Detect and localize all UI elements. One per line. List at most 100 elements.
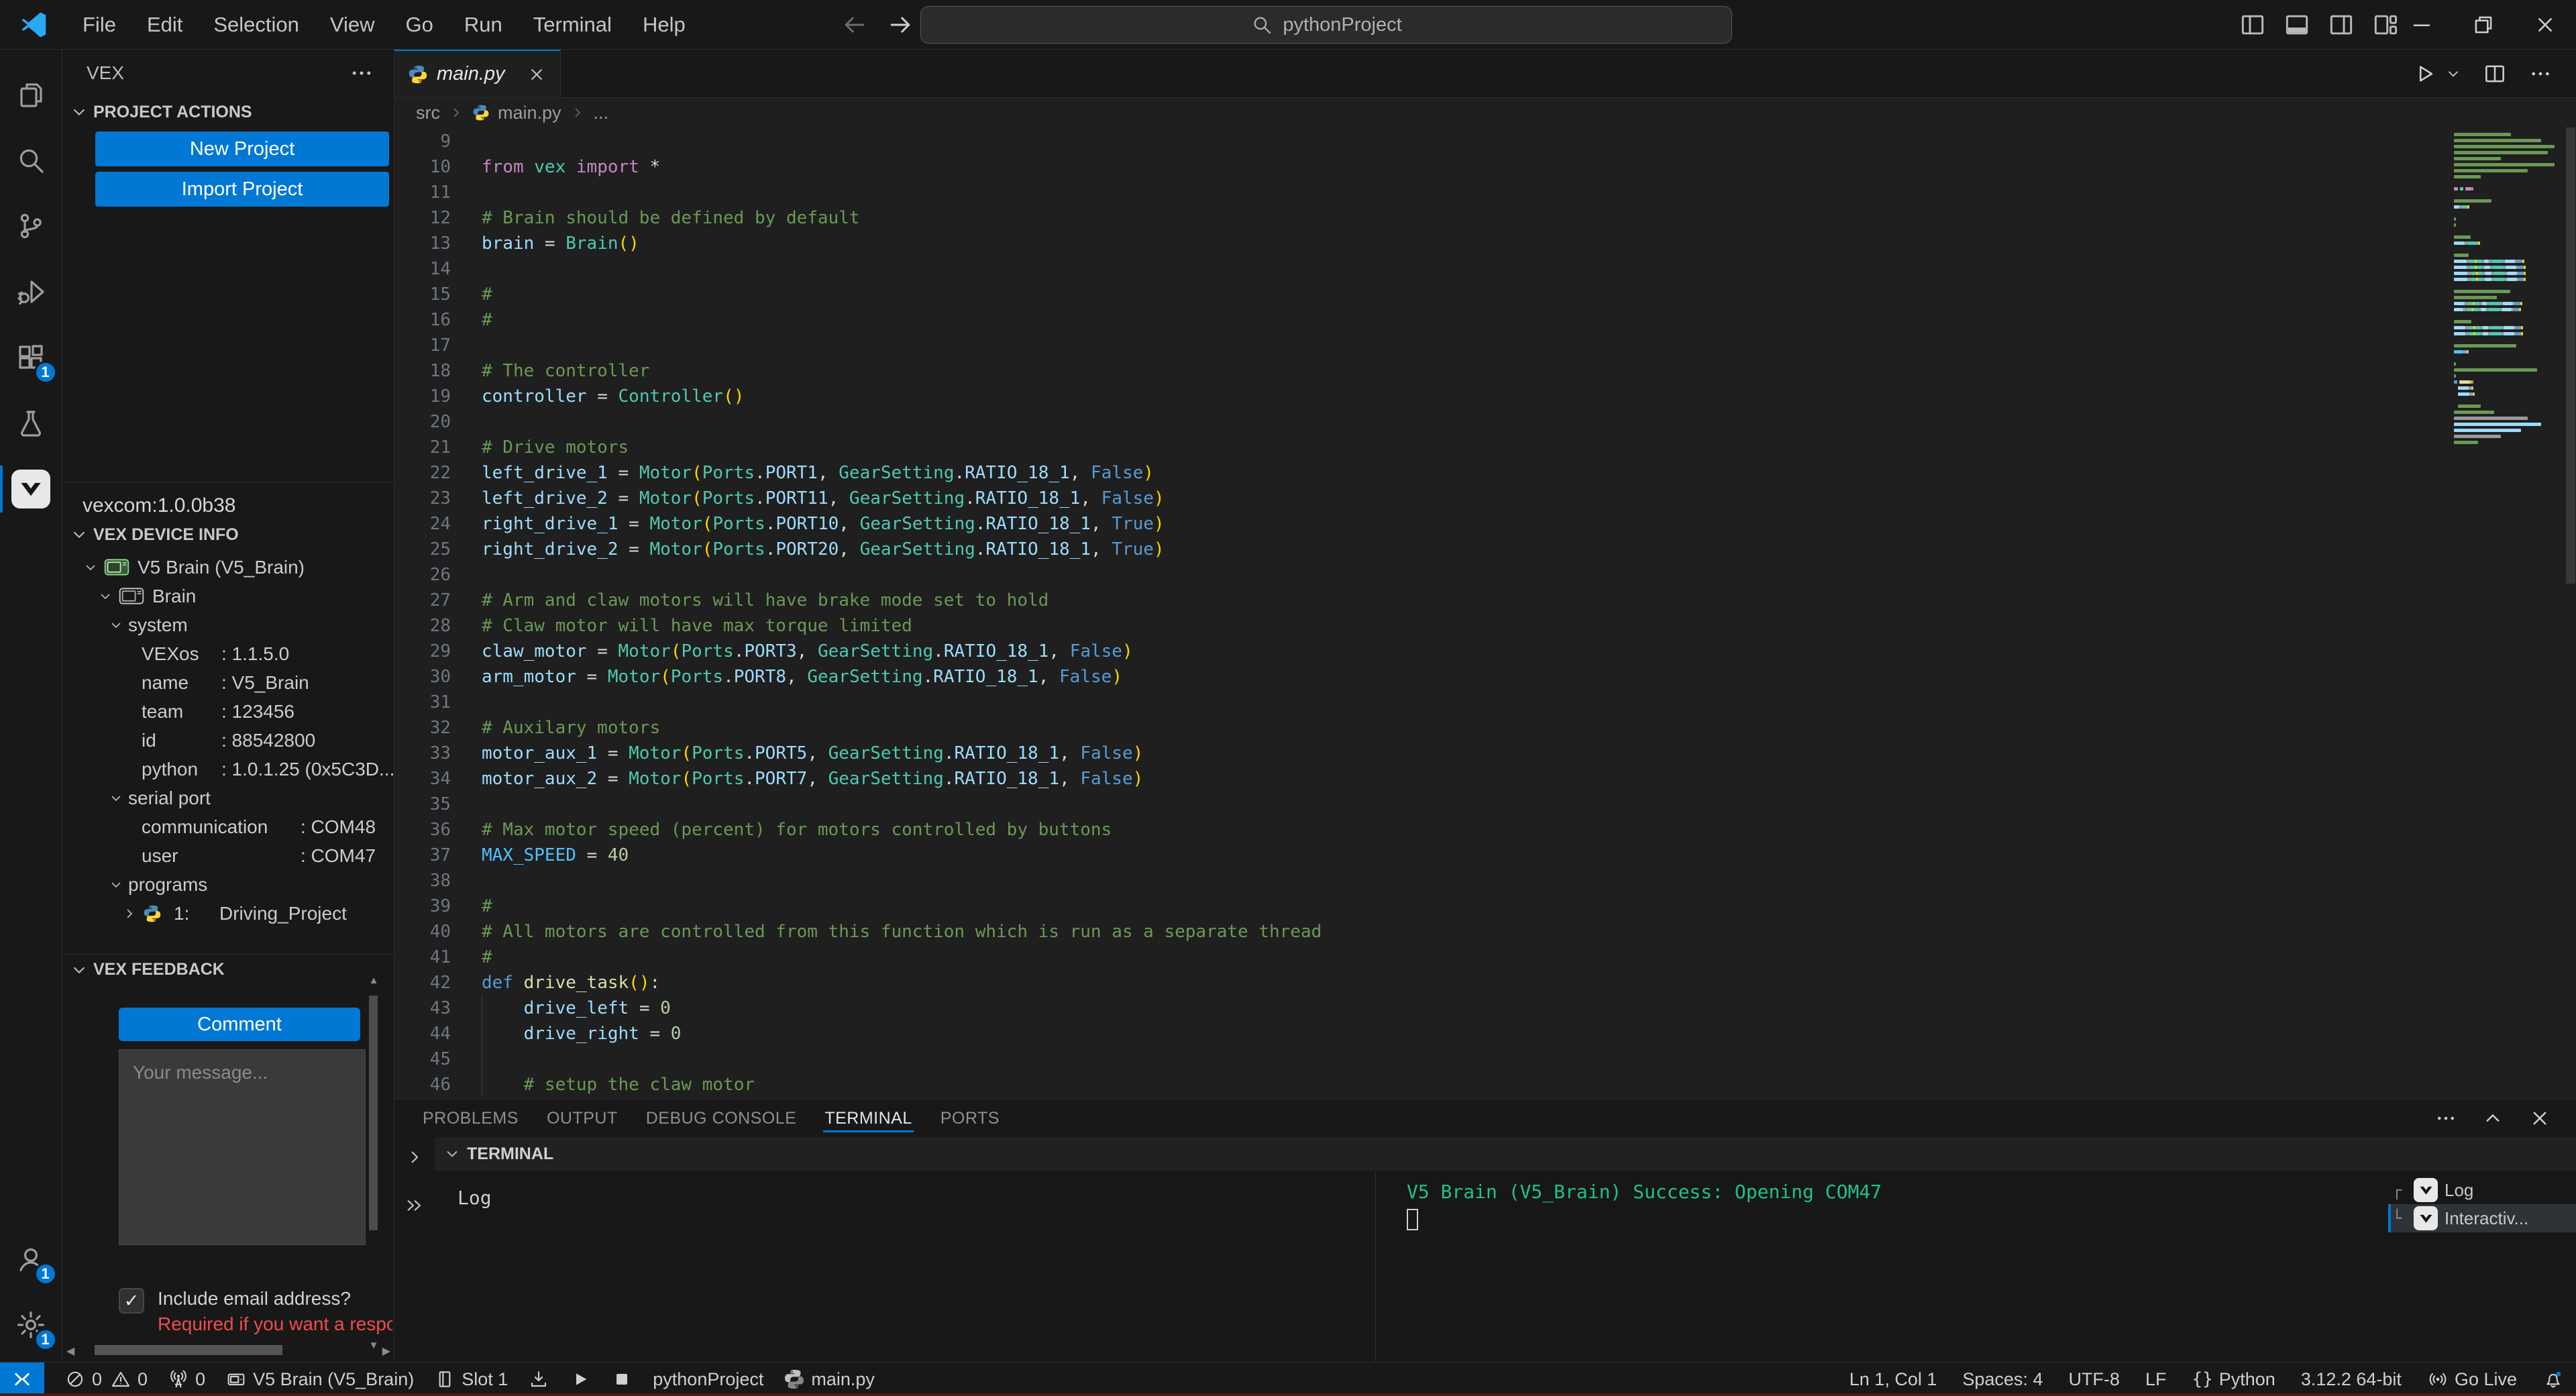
menu-item-run[interactable]: Run — [449, 8, 518, 42]
new-project-button[interactable]: New Project — [95, 131, 389, 166]
sidebar-more-icon[interactable] — [348, 60, 375, 87]
device-info-header[interactable]: VEX DEVICE INFO — [62, 519, 394, 550]
tree-item-system[interactable]: system — [62, 610, 394, 639]
panel-tab-terminal[interactable]: TERMINAL — [824, 1099, 912, 1137]
close-icon[interactable] — [2528, 1106, 2552, 1130]
feedback-header[interactable]: VEX FEEDBACK — [62, 954, 394, 985]
more-actions-icon[interactable] — [2528, 61, 2553, 87]
breadcrumb: src main.py... — [394, 98, 2576, 127]
split-terminal-icon[interactable] — [404, 1195, 425, 1216]
menu-item-go[interactable]: Go — [390, 8, 449, 42]
status-language-mode[interactable]: {}Python — [2192, 1369, 2275, 1390]
activity-source-control[interactable] — [0, 193, 62, 259]
terminal-instance-log[interactable]: ┌Log — [2388, 1176, 2576, 1204]
email-required-note: Required if you want a respo — [158, 1313, 392, 1335]
split-editor-icon[interactable] — [2482, 61, 2508, 87]
activity-run-and-debug[interactable] — [0, 259, 62, 325]
tree-item-programs[interactable]: programs — [62, 870, 394, 899]
code-editor[interactable]: 9101112131415161718192021222324252627282… — [394, 127, 2576, 1099]
tab-close-icon[interactable] — [527, 64, 547, 85]
status-vex-run[interactable] — [570, 1368, 591, 1390]
ellipsis-icon[interactable] — [2434, 1106, 2458, 1130]
run-python-file-icon[interactable] — [2411, 61, 2436, 87]
window-close-button[interactable] — [2514, 0, 2576, 50]
status-vex-slot[interactable]: Slot 1 — [434, 1368, 508, 1390]
status-indentation[interactable]: Spaces: 4 — [1962, 1369, 2043, 1390]
scrollbar-thumb[interactable] — [2566, 127, 2575, 584]
status-problems-errors[interactable]: 0 — [64, 1368, 102, 1390]
maximize-panel-icon[interactable] — [2481, 1106, 2505, 1130]
scroll-left-icon[interactable]: ◀ — [66, 1344, 74, 1358]
command-center-search[interactable]: pythonProject — [920, 6, 1732, 44]
tree-item-serial-port[interactable]: serial port — [62, 784, 394, 812]
status-encoding[interactable]: UTF-8 — [2068, 1369, 2120, 1390]
terminal-section-header[interactable]: TERMINAL — [435, 1137, 2576, 1171]
breadcrumb-item-src[interactable]: src — [416, 103, 440, 123]
terminal-instance-interactiv[interactable]: └Interactiv... — [2388, 1204, 2576, 1232]
include-email-checkbox[interactable]: ✓ — [119, 1288, 144, 1313]
project-actions-header[interactable]: PROJECT ACTIONS — [62, 97, 394, 127]
status-go-live[interactable]: Go Live — [2427, 1368, 2517, 1390]
minimap-line — [2454, 433, 2561, 439]
menu-item-file[interactable]: File — [67, 8, 131, 42]
activity-extensions[interactable]: 1 — [0, 325, 62, 390]
status-workspace[interactable]: pythonProject — [653, 1369, 763, 1390]
window-minimize-button[interactable] — [2391, 0, 2453, 50]
chevron-right-icon[interactable] — [404, 1146, 425, 1168]
tree-item-program-1[interactable]: 1:Driving_Project — [62, 899, 394, 928]
minimap-line — [2454, 343, 2561, 349]
minimap-line — [2454, 355, 2561, 361]
run-dropdown-icon[interactable] — [2445, 65, 2462, 83]
activity-vex[interactable] — [0, 456, 62, 522]
panel-tab-output[interactable]: OUTPUT — [547, 1099, 618, 1137]
terminal-pane-log[interactable]: Log — [435, 1171, 1375, 1362]
menu-item-view[interactable]: View — [315, 8, 390, 42]
terminal-pane-interactive[interactable]: V5 Brain (V5_Brain) Success: Opening COM… — [1375, 1171, 2388, 1362]
status-remote[interactable] — [0, 1362, 44, 1396]
activity-search[interactable] — [0, 127, 62, 193]
tree-item-brain[interactable]: Brain — [62, 582, 394, 610]
status-problems-warnings[interactable]: 0 — [110, 1368, 148, 1390]
comment-button[interactable]: Comment — [119, 1008, 360, 1041]
scrollbar-thumb[interactable] — [369, 996, 378, 1230]
feedback-scrollbar[interactable]: ▲ ▼ — [368, 975, 379, 1351]
scrollbar-thumb[interactable] — [95, 1345, 282, 1355]
feedback-message-input[interactable] — [119, 1049, 366, 1245]
menu-item-edit[interactable]: Edit — [131, 8, 198, 42]
activity-explorer[interactable] — [0, 62, 62, 127]
back-icon[interactable] — [840, 10, 869, 40]
toggle-panel-icon[interactable] — [2282, 10, 2312, 40]
panel-tab-problems[interactable]: PROBLEMS — [423, 1099, 519, 1137]
status-vex-download[interactable] — [528, 1368, 549, 1390]
activity-settings[interactable]: 1 — [0, 1292, 62, 1358]
scroll-right-icon[interactable]: ▶ — [382, 1344, 390, 1358]
activity-testing[interactable] — [0, 390, 62, 456]
sidebar-horizontal-scrollbar[interactable]: ◀ ▶ — [62, 1343, 394, 1358]
forward-icon[interactable] — [885, 10, 915, 40]
status-forwarded-ports[interactable]: 0 — [168, 1368, 205, 1390]
menu-item-terminal[interactable]: Terminal — [518, 8, 627, 42]
status-python-interpreter[interactable]: 3.12.2 64-bit — [2301, 1369, 2402, 1390]
status-cursor-position[interactable]: Ln 1, Col 1 — [1849, 1369, 1937, 1390]
status-vex-device[interactable]: V5 Brain (V5_Brain) — [225, 1368, 414, 1390]
tree-item-v5-brain-v5-brain-[interactable]: V5 Brain (V5_Brain) — [62, 553, 394, 582]
status-active-file[interactable]: main.py — [784, 1368, 875, 1390]
toggle-sidebar-icon[interactable] — [2238, 10, 2267, 40]
window-restore-button[interactable] — [2453, 0, 2514, 50]
import-project-button[interactable]: Import Project — [95, 172, 389, 207]
menu-item-selection[interactable]: Selection — [198, 8, 315, 42]
breadcrumb-item-mainpy[interactable]: main.py — [498, 103, 561, 123]
minimap[interactable] — [2454, 131, 2561, 601]
status-notifications[interactable] — [2542, 1368, 2564, 1390]
activity-accounts[interactable]: 1 — [0, 1226, 62, 1292]
status-vex-stop[interactable] — [611, 1368, 633, 1390]
menu-item-help[interactable]: Help — [627, 8, 701, 42]
toggle-secondary-sidebar-icon[interactable] — [2326, 10, 2356, 40]
panel-tab-ports[interactable]: PORTS — [941, 1099, 1000, 1137]
breadcrumb-item-more[interactable]: ... — [594, 103, 609, 123]
tab-main-py[interactable]: main.py — [394, 50, 561, 97]
panel-tab-debug-console[interactable]: DEBUG CONSOLE — [646, 1099, 797, 1137]
status-eol[interactable]: LF — [2145, 1369, 2167, 1390]
scroll-up-icon[interactable]: ▲ — [368, 975, 379, 986]
editor-scrollbar[interactable] — [2565, 127, 2576, 1099]
